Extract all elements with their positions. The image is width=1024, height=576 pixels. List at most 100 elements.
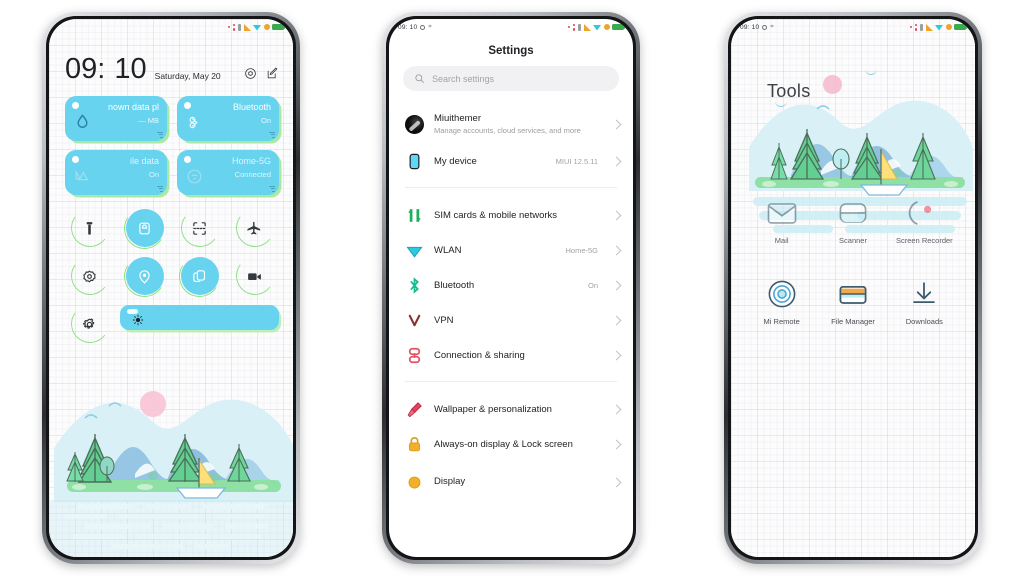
app-label: File Manager [831,317,875,327]
folder-icon [834,275,872,313]
vpn-row[interactable]: VPN [389,303,633,338]
app-mail[interactable]: Mail [749,194,814,245]
brightness-sun-icon [132,314,144,326]
wifi-icon [253,25,261,31]
mobile-data-tile[interactable]: ile data On [65,150,167,195]
brush-icon-glyph [407,402,422,418]
bluetooth-row[interactable]: Bluetooth On [389,268,633,303]
wlan-row[interactable]: WLAN Home-5G [389,233,633,268]
tile-knob [184,102,191,109]
no-sim-icon: ⌗ [428,23,432,30]
status-left: 09: 10 ⌗ [398,24,432,31]
mail-icon [763,194,801,232]
row-text: VPN [434,315,603,327]
bluetooth-icon [189,116,198,129]
vibrate-icon [919,23,923,31]
user-avatar [405,115,424,135]
tile-corner-decor [157,186,163,192]
clock-minutes: 10 [114,53,147,85]
settings-list: Miuithemer Manage accounts, cloud servic… [389,103,633,496]
tile-subtitle: — MB [138,116,159,125]
wifi-tile[interactable]: Home-5G Connected [177,150,279,195]
app-screen-recorder[interactable]: Screen Recorder [892,194,957,245]
data-usage-tile[interactable]: nown data pl — MB [65,96,167,141]
connection-sharing-row[interactable]: Connection & sharing [389,338,633,373]
row-label: Wallpaper & personalization [434,403,552,415]
alarm-icon [263,24,270,30]
brightness-slider[interactable] [120,305,279,330]
sim-icon-glyph [408,209,421,222]
flashlight-toggle[interactable] [71,209,109,247]
chevron-right-icon [611,477,622,488]
app-file-manager[interactable]: File Manager [820,275,885,326]
chevron-right-icon [611,315,622,326]
chevron-right-icon [611,156,622,167]
search-input[interactable]: Search settings [403,66,619,91]
divider [405,187,617,189]
tile-title: ile data [129,156,159,166]
settings-toggle[interactable] [71,305,109,343]
sync-toggle[interactable] [71,257,109,295]
gear-icon [83,317,95,329]
folder-header: Tools [731,35,975,107]
lock-icon [405,435,424,454]
phone-quick-settings: 09: 10 Saturday, May 20 nown data pl — M… [42,12,300,564]
search-icon [415,74,424,83]
lock-screen-row[interactable]: Always-on display & Lock screen [389,427,633,462]
app-mi-remote[interactable]: Mi Remote [749,275,814,326]
silent-toggle[interactable] [125,209,164,247]
phone-icon-glyph [409,153,420,170]
edit-icon[interactable] [266,67,279,80]
location-toggle[interactable] [125,257,164,295]
phone-bezel: 09: 10 ⌗ Tools Mail Scanner Screen Recor… [728,16,978,560]
share-icon [568,23,575,31]
row-label: My device [434,155,477,167]
screen-record-toggle[interactable] [236,257,274,295]
row-label: Always-on display & Lock screen [434,438,573,450]
phone-bezel: 09: 10 Saturday, May 20 nown data pl — M… [46,16,296,560]
cast-toggle[interactable] [180,257,219,295]
dnd-icon [420,24,426,30]
wifi-icon [593,25,601,31]
connection-icon-glyph [408,348,421,364]
folder-title[interactable]: Tools [731,81,975,102]
display-icon [405,473,424,492]
status-icons [910,23,968,31]
connection-icon [405,346,424,365]
vibrate-icon [237,23,241,31]
phone-settings: 09: 10 ⌗ Settings Search settings Miuith… [382,12,640,564]
chevron-right-icon [611,119,622,130]
display-row[interactable]: Display [389,462,633,496]
vibrate-icon [577,23,581,31]
my-device-row[interactable]: My device MIUI 12.5.11 [389,144,633,179]
clock-colon: : [97,53,107,85]
decor-circle [823,75,842,94]
wallpaper-row[interactable]: Wallpaper & personalization [389,392,633,427]
battery-icon [954,23,968,31]
settings-group-network: SIM cards & mobile networks WLAN Home-5G… [389,196,633,373]
screenshot-toggle[interactable] [181,209,219,247]
tile-knob [72,102,79,109]
chevron-right-icon [611,439,622,450]
app-scanner[interactable]: Scanner [820,194,885,245]
sim-icon [405,206,424,225]
brush-icon [405,400,424,419]
quick-tiles-grid: nown data pl — MB Bluetooth On ile data … [49,84,293,195]
airplane-toggle[interactable] [236,209,274,247]
display-icon-glyph [408,476,421,489]
apps-row-2: Mi Remote File Manager Downloads [749,275,957,326]
settings-group-personalization: Wallpaper & personalization Always-on di… [389,390,633,496]
tile-subtitle: Connected [234,170,271,179]
app-downloads[interactable]: Downloads [892,275,957,326]
landscape-illustration [49,391,293,557]
sim-cards-row[interactable]: SIM cards & mobile networks [389,198,633,233]
row-label: Connection & sharing [434,349,525,361]
mi-remote-icon [763,275,801,313]
settings-gear-icon[interactable] [244,67,257,80]
mobile-data-icon [75,169,89,181]
account-row[interactable]: Miuithemer Manage accounts, cloud servic… [389,105,633,144]
bluetooth-tile[interactable]: Bluetooth On [177,96,279,141]
bell-icon [139,222,150,234]
row-value: Home-5G [565,246,598,256]
wifi-icon [935,25,943,31]
